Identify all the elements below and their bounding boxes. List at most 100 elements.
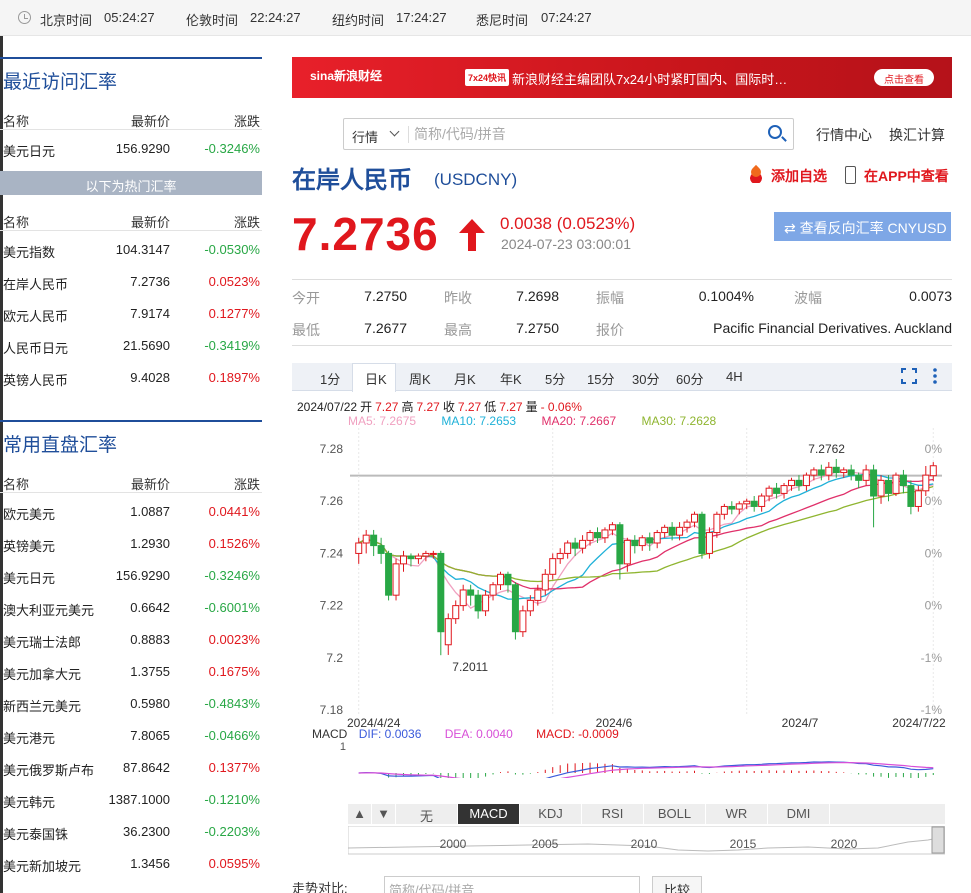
tab-monthly[interactable]: 月K [454,369,476,388]
rate-name[interactable]: 人民币日元 [3,338,68,357]
tab-weekly[interactable]: 周K [409,369,431,388]
indicator-tab[interactable]: BOLL [644,804,706,824]
tab-yearly[interactable]: 年K [500,369,522,388]
rate-row[interactable]: 美元泰国铢 36.2300 -0.2203% [0,817,262,849]
rate-row[interactable]: 欧元美元 1.0887 0.0441% [0,497,262,529]
rate-name[interactable]: 英镑美元 [3,536,55,555]
rate-name[interactable]: 英镑人民币 [3,370,68,389]
col-price: 最新价 [130,114,170,129]
compare-button[interactable]: 比较 [652,876,702,893]
col-name: 名称 [3,215,30,230]
search-input[interactable] [414,124,754,144]
tab-4h[interactable]: 4H [726,369,743,384]
indicator-tab[interactable]: MACD [458,804,520,824]
tab-60min[interactable]: 60分 [676,369,703,388]
tab-30min[interactable]: 30分 [632,369,659,388]
rate-name[interactable]: 美元加拿大元 [3,664,81,683]
rate-row[interactable]: 美元新加坡元 1.3456 0.0595% [0,849,262,881]
reverse-rate-button[interactable]: ⇄ 查看反向汇率 CNYUSD [774,212,951,241]
overview-year: 2015 [730,837,757,851]
view-in-app-button[interactable]: 在APP中查看 [845,166,949,186]
candlestick-chart[interactable]: 7.28 0%7.26 0%7.24 0%7.22 0%7.2 -1%7.18 -1%7.2… [292,428,952,778]
rate-name[interactable]: 欧元美元 [3,504,55,523]
news-banner[interactable]: sina新浪财经 7x24快讯 新浪财经主编团队7x24小时紧盯国内、国际时… … [292,57,952,98]
rate-row[interactable]: 英镑美元 1.2930 0.1526% [0,529,262,561]
rate-name[interactable]: 美元泰国铢 [3,824,68,843]
clock-time: 17:24:27 [396,10,447,25]
ohlc-close: 7.27 [457,400,482,414]
candle-body [564,542,572,554]
rate-row[interactable]: 美元俄罗斯卢布 87.8642 0.1377% [0,753,262,785]
search-icon[interactable] [768,125,782,139]
rate-name[interactable]: 美元俄罗斯卢布 [3,760,94,779]
rate-name[interactable]: 新西兰元美元 [3,696,81,715]
rate-row[interactable]: 英镑人民币 9.4028 0.1897% [0,363,262,395]
rate-name[interactable]: 澳大利亚元美元 [3,600,94,619]
ohlc-summary: 2024/07/22 开 7.27 高 7.27 收 7.27 低 7.27 量 - 0.06% [297,398,585,415]
rate-row[interactable]: 在岸人民币 7.2736 0.0523% [0,267,262,299]
rate-row[interactable]: 美元日元 156.9290 -0.3246% [0,561,262,593]
banner-button[interactable]: 点击查看 [874,69,934,86]
indicator-tab[interactable]: RSI [582,804,644,824]
rate-name[interactable]: 欧元人民币 [3,306,68,325]
history-overview[interactable]: 2000 2005 2010 2015 2020 [348,826,945,856]
indicator-tab[interactable]: KDJ [520,804,582,824]
rate-row[interactable]: 美元港元 7.8065 -0.0466% [0,721,262,753]
fullscreen-icon[interactable] [901,368,917,384]
candle-body [526,599,534,612]
tab-5min[interactable]: 5分 [545,369,565,388]
fx-calc-link[interactable]: 换汇计算 [889,125,945,145]
low-annotation: 7.2011 [452,660,488,674]
x-tick-label: 2024/7 [782,716,819,730]
rate-row[interactable]: 人民币日元 21.5690 -0.3419% [0,331,262,363]
rate-name[interactable]: 美元日元 [3,141,55,160]
tab-1min[interactable]: 1分 [320,369,340,388]
rate-row[interactable]: 美元指数 104.3147 -0.0530% [0,235,262,267]
candle-body [482,594,490,612]
rate-name[interactable]: 美元新加坡元 [3,856,81,875]
tab-15min[interactable]: 15分 [587,369,614,388]
rate-price: 21.5690 [123,338,170,353]
indicator-tab[interactable]: ▲ [348,804,372,824]
rate-change: -0.3419% [204,338,260,353]
rate-row[interactable]: 美元韩元 1387.1000 -0.1210% [0,785,262,817]
rate-row[interactable]: 美元加拿大元 1.3755 0.1675% [0,657,262,689]
candle-body [832,466,840,474]
stat-label: 最高 [444,322,472,338]
candle-body [847,469,855,476]
rate-change: 0.1897% [208,370,260,385]
stat-label: 报价 [596,322,624,338]
indicator-tab[interactable]: 无 [396,804,458,824]
rate-name[interactable]: 美元韩元 [3,792,55,811]
rate-row[interactable]: 美元日元 156.9290 -0.3246% [0,134,262,166]
rate-price: 1.0887 [130,504,170,519]
more-icon[interactable] [932,367,938,385]
compare-input[interactable]: 简称/代码/拼音 [384,876,640,893]
y-tick-label: 7.28 [320,442,344,456]
rate-name[interactable]: 美元日元 [3,568,55,587]
ohlc-label: 高 [401,400,414,414]
indicator-tab[interactable]: ▼ [372,804,396,824]
tab-daily[interactable]: 日K [365,369,387,388]
rate-price: 0.6642 [130,600,170,615]
rate-name[interactable]: 美元瑞士法郎 [3,632,81,651]
rate-row[interactable]: 美元瑞士法郎 0.8883 0.0023% [0,625,262,657]
rate-row[interactable]: 澳大利亚元美元 0.6642 -0.6001% [0,593,262,625]
macd-value-legend: MACD: -0.0009 [536,727,619,741]
chevron-down-icon[interactable] [389,126,400,137]
add-favorite-button[interactable]: 添加自选 [747,166,827,186]
overview-year: 2010 [631,837,658,851]
market-center-link[interactable]: 行情中心 [816,125,872,145]
ohlc-high: 7.27 [416,400,440,414]
candle-body [616,524,624,565]
indicator-tab[interactable]: WR [706,804,768,824]
rate-name[interactable]: 在岸人民币 [3,274,68,293]
ma-legend: MA5: 7.2675 MA10: 7.2653 MA20: 7.2667 MA… [348,414,738,428]
rate-change: 0.1526% [208,536,260,551]
indicator-tab[interactable]: DMI [768,804,830,824]
search-scope-select[interactable]: 行情 [352,127,378,146]
rate-name[interactable]: 美元指数 [3,242,55,261]
rate-row[interactable]: 欧元人民币 7.9174 0.1277% [0,299,262,331]
rate-name[interactable]: 美元港元 [3,728,55,747]
rate-row[interactable]: 新西兰元美元 0.5980 -0.4843% [0,689,262,721]
